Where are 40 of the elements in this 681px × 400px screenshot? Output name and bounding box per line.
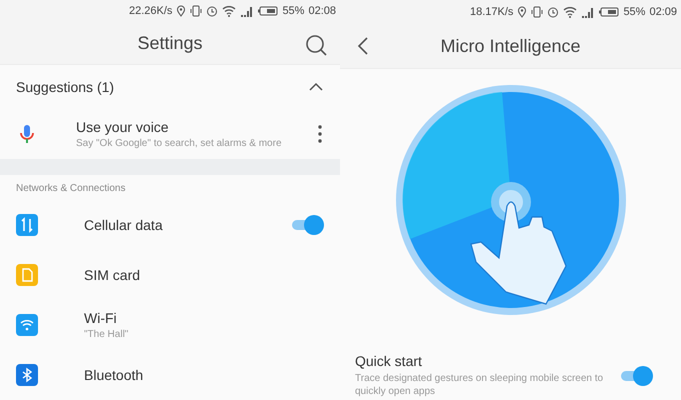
battery-percent-text: 55% [282,5,304,18]
suggestion-subtitle: Say "Ok Google" to search, set alarms & more [76,138,283,149]
wifi-icon [563,6,578,18]
setting-label: Cellular data [84,216,164,233]
setting-subtitle: "The Hall" [84,328,130,340]
wifi-icon [16,314,38,336]
bluetooth-icon [16,364,38,386]
toggle-switch[interactable] [621,366,653,386]
battery-icon [599,7,620,17]
screen-title: Micro Intelligence [440,36,581,56]
battery-icon [258,6,278,16]
section-header: Suggestions (1) [16,78,114,95]
search-icon[interactable] [304,32,328,57]
suggestion-title: Use your voice [76,118,170,135]
clock-time: 02:09 [649,6,677,18]
network-speed-text: 22.26K/s [129,5,172,18]
vibrate-icon [190,5,202,18]
alarm-icon [206,5,218,18]
location-icon [176,5,186,18]
option-description: Trace designated gestures on sleeping mobile screen to quickly open apps [355,372,604,398]
battery-percent-text: 55% [623,6,646,18]
screen-title: Settings [137,32,203,54]
vibrate-icon [531,6,544,18]
option-title: Quick start [355,353,423,369]
signal-icon [581,6,596,18]
more-options-icon[interactable] [316,124,324,144]
setting-label: SIM card [84,266,142,283]
setting-label: Wi-Fi [84,310,118,326]
sim-card-icon [16,264,38,286]
setting-label: Bluetooth [84,367,144,384]
location-icon [517,6,528,18]
wifi-icon [222,5,236,18]
section-header: Networks & Connections [15,182,126,196]
alarm-icon [547,6,560,18]
arrows-icon [16,214,38,236]
network-speed-text: 18.17K/s [470,6,514,18]
toggle-switch[interactable] [292,214,324,235]
collapse-chevron-icon[interactable] [308,82,324,92]
signal-icon [240,5,254,18]
clock-time: 02:08 [308,5,336,18]
